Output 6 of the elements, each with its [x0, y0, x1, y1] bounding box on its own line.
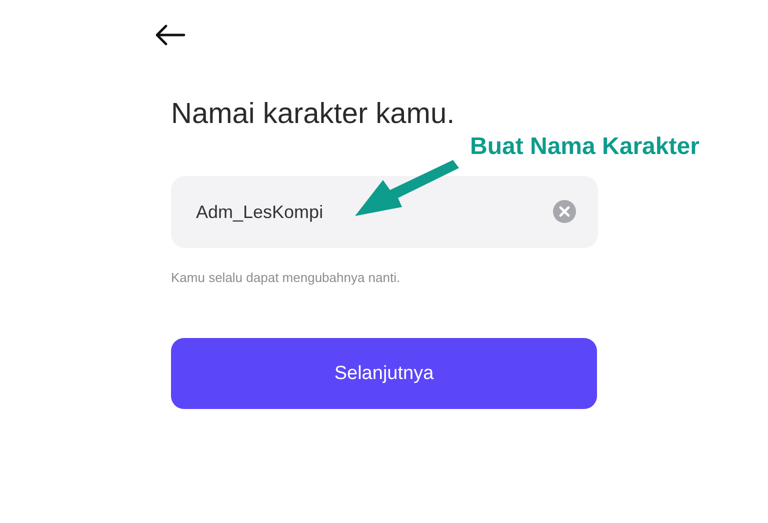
next-button[interactable]: Selanjutnya — [171, 338, 597, 409]
back-icon[interactable] — [154, 24, 186, 46]
hint-text: Kamu selalu dapat mengubahnya nanti. — [171, 270, 402, 285]
page-title: Namai karakter kamu. — [171, 97, 456, 132]
name-field[interactable]: Adm_LesKompi — [171, 176, 598, 248]
annotation-label: Buat Nama Karakter — [470, 133, 700, 161]
